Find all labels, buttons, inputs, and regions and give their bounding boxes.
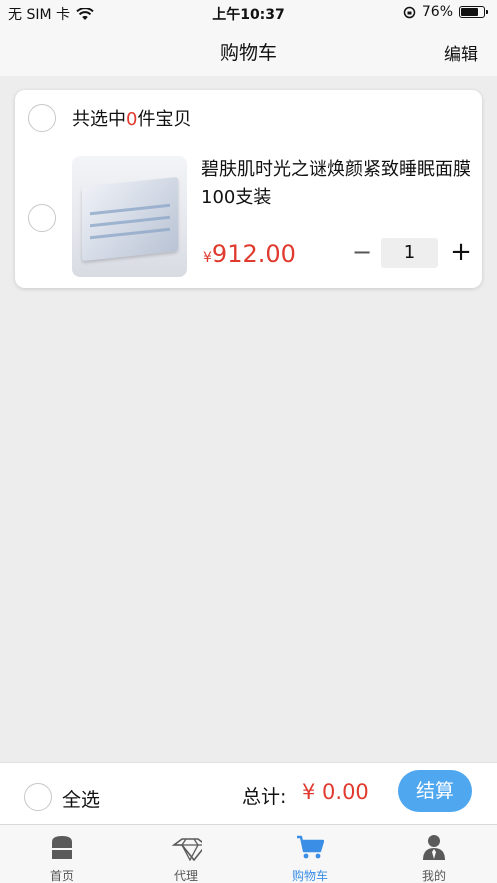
select-all-checkbox[interactable] (24, 783, 52, 811)
product-price: ¥912.00 (203, 240, 296, 268)
tab-cart-label: 购物车 (291, 869, 328, 883)
product-title[interactable]: 碧肤肌时光之谜焕颜紧致睡眠面膜100支装 (201, 156, 471, 212)
total-value: ¥ 0.00 (302, 780, 369, 804)
tab-cart[interactable]: 购物车 (270, 831, 350, 883)
tab-mine[interactable]: 我的 (394, 831, 474, 883)
diamond-icon (171, 838, 202, 861)
select-all-label[interactable]: 全选 (62, 785, 100, 812)
select-shop-checkbox[interactable] (28, 104, 56, 132)
quantity-field[interactable]: 1 (381, 238, 438, 268)
battery-percent: 76% (421, 4, 453, 20)
battery-icon (459, 6, 488, 18)
status-bar: 无 SIM 卡 上午10:37 76% (0, 0, 497, 26)
checkout-bar: 全选 总计: ¥ 0.00 结算 (0, 762, 497, 824)
edit-button[interactable]: 编辑 (444, 40, 478, 65)
page-title: 购物车 (219, 42, 277, 64)
price-currency: ¥ (203, 250, 212, 266)
rotation-lock-icon (403, 6, 416, 18)
decrease-quantity-button[interactable]: − (350, 238, 374, 268)
home-icon (52, 836, 72, 859)
selected-prefix: 共选中 (72, 109, 126, 130)
cart-card: 共选中0件宝贝 碧肤肌时光之谜焕颜紧致睡眠面膜100支装 ¥912.00 − 1… (15, 90, 482, 288)
selected-count: 0 (126, 109, 138, 130)
selected-suffix: 件宝贝 (137, 109, 192, 130)
tab-agent[interactable]: 代理 (146, 831, 226, 883)
select-item-checkbox[interactable] (28, 204, 56, 232)
increase-quantity-button[interactable]: + (449, 238, 473, 268)
user-icon (423, 835, 445, 860)
cart-icon (297, 835, 324, 859)
product-image[interactable] (72, 156, 187, 277)
quantity-stepper: − 1 + (350, 238, 475, 268)
tab-mine-label: 我的 (421, 869, 446, 883)
tab-bar: 首页 代理 购物车 我的 (0, 824, 497, 883)
price-value: 912.00 (211, 240, 296, 268)
tab-home[interactable]: 首页 (22, 831, 102, 883)
total-label: 总计: (242, 786, 287, 808)
tab-agent-label: 代理 (173, 869, 198, 883)
checkout-button[interactable]: 结算 (398, 770, 472, 812)
selected-count-label: 共选中0件宝贝 (72, 105, 191, 131)
tab-home-label: 首页 (49, 869, 74, 883)
nav-bar: 购物车 编辑 (0, 26, 497, 76)
status-right: 76% (403, 4, 488, 20)
